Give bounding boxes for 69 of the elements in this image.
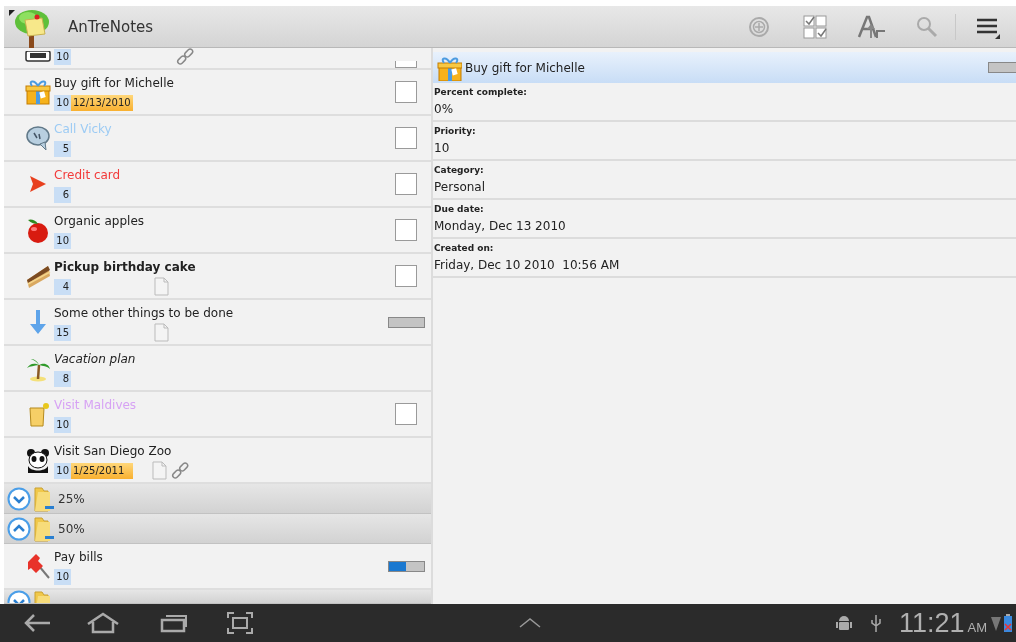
gift-box-icon <box>24 78 52 106</box>
checkbox-grid-icon <box>801 12 829 41</box>
priority-badge: 15 <box>54 324 71 341</box>
detail-title: Buy gift for Michelle <box>465 60 586 75</box>
battery-icon <box>1004 614 1012 632</box>
checkbox[interactable] <box>395 127 417 149</box>
group-header[interactable]: 25% <box>4 484 431 514</box>
clock-time: 11:21 <box>898 607 965 639</box>
folder-icon <box>33 515 55 542</box>
collapse-chevron-icon <box>7 516 31 541</box>
task-title[interactable]: Pickup birthday cake <box>54 259 381 275</box>
checkbox[interactable] <box>395 81 417 103</box>
signal-icon <box>991 615 1001 631</box>
priority-badge: 10 <box>54 416 71 433</box>
gift-box-icon <box>436 54 462 81</box>
priority-badge: 10 <box>54 462 71 479</box>
priority-badge: 6 <box>54 186 71 203</box>
checkbox-grid-button[interactable] <box>801 12 829 41</box>
checkbox[interactable] <box>395 219 417 241</box>
clock-period: AM <box>967 619 987 635</box>
priority-badge: 5 <box>54 140 71 157</box>
expand-toggle[interactable] <box>7 486 31 511</box>
app-title: AnTreNotes <box>68 17 155 36</box>
back-arrow-icon <box>22 612 52 634</box>
task-title[interactable]: Pay bills <box>54 549 381 565</box>
priority-badge: 8 <box>54 370 71 387</box>
field-label: Priority: <box>434 125 477 138</box>
expand-chevron-icon <box>7 486 31 511</box>
priority-badge: 10 <box>54 232 71 249</box>
laptop-icon <box>24 51 52 63</box>
task-title[interactable]: Visit San Diego Zoo <box>54 443 381 459</box>
field-label: Created on: <box>434 242 495 255</box>
priority-badge: 10 <box>54 568 71 585</box>
priority-badge: 10 <box>54 94 71 111</box>
group-label: 25% <box>58 491 85 506</box>
task-title[interactable]: Vacation plan <box>54 351 381 367</box>
field-label: Percent complete: <box>434 86 528 99</box>
field-label: Due date: <box>434 203 485 216</box>
checkbox[interactable] <box>395 265 417 287</box>
panda-icon <box>24 446 52 474</box>
caret-icon <box>518 617 542 629</box>
field-value: Personal <box>434 179 486 196</box>
task-title[interactable]: Credit card <box>54 167 381 183</box>
field-value: Friday, Dec 10 2010 10:56 AM <box>434 257 621 274</box>
checkbox[interactable] <box>395 61 417 68</box>
usb-icon <box>868 613 883 633</box>
group-header[interactable]: 50% <box>4 514 431 544</box>
field-value: Monday, Dec 13 2010 <box>434 218 567 235</box>
due-date-badge: 1/25/2011 <box>71 462 133 479</box>
checkbox[interactable] <box>395 173 417 195</box>
group-label: 50% <box>58 521 85 536</box>
task-title[interactable]: Buy gift for Michelle <box>54 75 381 91</box>
priority-badge: 4 <box>54 278 71 295</box>
house-icon <box>86 612 120 634</box>
expand-toggle[interactable] <box>7 516 31 541</box>
field-value: 0% <box>434 101 455 118</box>
stacked-windows-icon <box>160 613 188 633</box>
android-robot-icon <box>834 614 853 632</box>
task-title[interactable]: Some other things to be done <box>54 305 381 321</box>
speech-bubble-icon <box>24 124 52 152</box>
progress-bar <box>387 560 425 572</box>
task-title[interactable]: Organic apples <box>54 213 381 229</box>
priority-badge: 10 <box>54 48 71 65</box>
folder-icon <box>33 485 55 512</box>
due-date-badge: 12/13/2010 <box>71 94 133 111</box>
field-value: 10 <box>434 140 451 157</box>
field-label: Category: <box>434 164 485 177</box>
checkbox[interactable] <box>395 403 417 425</box>
frame-corners-icon <box>226 611 254 635</box>
